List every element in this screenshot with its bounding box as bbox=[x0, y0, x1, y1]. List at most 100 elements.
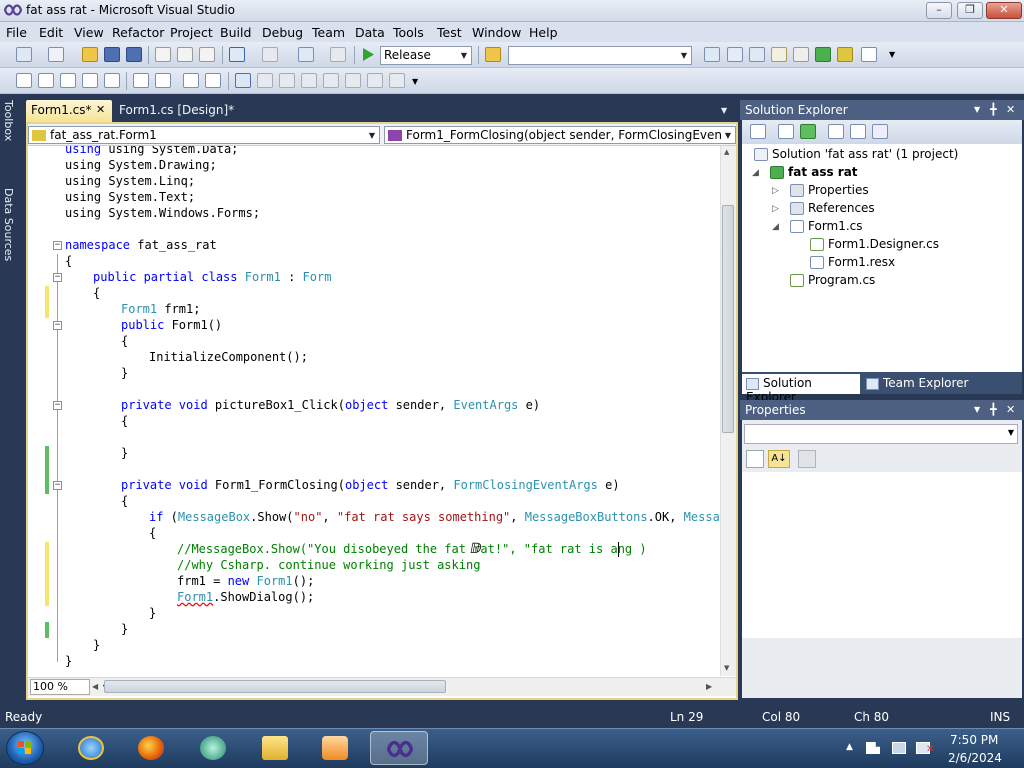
categorized-icon[interactable] bbox=[746, 450, 764, 468]
align-grid-icon[interactable] bbox=[16, 73, 32, 88]
type-combo[interactable]: fat_ass_rat.Form1 ▼ bbox=[28, 126, 380, 144]
tree-node-solution[interactable]: Solution 'fat ass rat' (1 project) bbox=[754, 147, 958, 161]
menu-project[interactable]: Project bbox=[170, 25, 213, 40]
maximize-button[interactable]: ❐ bbox=[957, 2, 983, 19]
show-all-files-icon[interactable] bbox=[778, 124, 794, 139]
properties-window-icon[interactable] bbox=[727, 47, 743, 62]
menu-debug[interactable]: Debug bbox=[262, 25, 303, 40]
toolbar-options-chevron-icon[interactable]: ▼ bbox=[412, 77, 418, 86]
new-project-icon[interactable] bbox=[16, 47, 32, 62]
start-page-icon[interactable] bbox=[815, 47, 831, 62]
bookmark-folder-next-icon[interactable] bbox=[323, 73, 339, 88]
zoom-combo[interactable]: 100 %▼ bbox=[30, 679, 109, 695]
taskbar-firefox[interactable] bbox=[124, 731, 176, 765]
taskbar-media-player[interactable] bbox=[308, 731, 360, 765]
scroll-down-icon[interactable]: ▼ bbox=[724, 664, 729, 672]
clock-date[interactable]: 2/6/2024 bbox=[948, 751, 1002, 765]
toolbar-options-chevron-icon[interactable]: ▼ bbox=[889, 50, 895, 59]
menu-build[interactable]: Build bbox=[220, 25, 251, 40]
toolbox-tab[interactable]: Toolbox bbox=[2, 100, 15, 141]
outdent-icon[interactable] bbox=[155, 73, 171, 88]
copy-icon[interactable] bbox=[177, 47, 193, 62]
navigate-backward-icon[interactable] bbox=[298, 47, 314, 62]
data-sources-tab[interactable]: Data Sources bbox=[2, 188, 15, 261]
start-button[interactable] bbox=[6, 731, 44, 765]
collapse-namespace-icon[interactable]: − bbox=[53, 241, 62, 250]
taskbar-file-explorer[interactable] bbox=[248, 731, 300, 765]
close-tab-icon[interactable]: ✕ bbox=[96, 103, 105, 116]
window-position-icon[interactable]: ▼ bbox=[974, 405, 980, 414]
tab-form1-design[interactable]: Form1.cs [Design]* bbox=[114, 100, 244, 122]
close-panel-icon[interactable]: ✕ bbox=[1006, 103, 1015, 116]
collapse-class-icon[interactable]: − bbox=[53, 273, 62, 282]
format-text-icon[interactable] bbox=[82, 73, 98, 88]
menu-refactor[interactable]: Refactor bbox=[112, 25, 164, 40]
menu-help[interactable]: Help bbox=[529, 25, 558, 40]
expand-arrow-icon[interactable]: ▷ bbox=[772, 186, 779, 196]
scroll-left-icon[interactable]: ◀ bbox=[92, 682, 98, 691]
tree-node-references[interactable]: References bbox=[790, 201, 875, 215]
tree-node-form1[interactable]: Form1.cs bbox=[790, 219, 863, 233]
property-pages-icon[interactable] bbox=[798, 450, 816, 468]
open-file-icon[interactable] bbox=[82, 47, 98, 62]
collapse-constructor-icon[interactable]: − bbox=[53, 321, 62, 330]
show-hidden-icons-icon[interactable]: ▲ bbox=[846, 742, 853, 752]
align-centers-icon[interactable] bbox=[104, 73, 120, 88]
tab-form1-cs[interactable]: Form1.cs* ✕ bbox=[26, 100, 112, 122]
bookmark-document-next-icon[interactable] bbox=[367, 73, 383, 88]
tree-node-form1-resx[interactable]: Form1.resx bbox=[810, 255, 895, 269]
scroll-right-icon[interactable]: ▶ bbox=[706, 682, 712, 691]
vertical-scroll-thumb[interactable] bbox=[722, 205, 734, 433]
next-bookmark-icon[interactable] bbox=[279, 73, 295, 88]
comment-lines-icon[interactable] bbox=[183, 73, 199, 88]
redo-icon[interactable] bbox=[262, 47, 278, 62]
refresh-icon[interactable] bbox=[800, 124, 816, 139]
window-position-icon[interactable]: ▼ bbox=[974, 105, 980, 114]
collapse-method-icon[interactable]: − bbox=[53, 481, 62, 490]
toggle-bookmark-icon[interactable] bbox=[235, 73, 251, 88]
undo-icon[interactable] bbox=[229, 47, 245, 62]
object-browser-icon[interactable] bbox=[749, 47, 765, 62]
menu-window[interactable]: Window bbox=[472, 25, 521, 40]
code-text-area[interactable]: − − − − − using using System.Data; using… bbox=[28, 146, 720, 676]
previous-bookmark-icon[interactable] bbox=[257, 73, 273, 88]
view-code-icon[interactable] bbox=[828, 124, 844, 139]
collapse-method-icon[interactable]: − bbox=[53, 401, 62, 410]
find-combo[interactable]: ▼ bbox=[508, 46, 692, 65]
tree-node-program[interactable]: Program.cs bbox=[790, 273, 875, 287]
tools-icon[interactable] bbox=[793, 47, 809, 62]
close-button[interactable]: ✕ bbox=[986, 2, 1022, 19]
toolbox-icon[interactable] bbox=[771, 47, 787, 62]
network-icon[interactable] bbox=[892, 742, 906, 754]
clear-bookmarks-icon[interactable] bbox=[389, 73, 405, 88]
bookmark-document-previous-icon[interactable] bbox=[345, 73, 361, 88]
object-selector-combo[interactable]: ▼ bbox=[744, 424, 1018, 444]
view-class-diagram-icon[interactable] bbox=[872, 124, 888, 139]
tree-node-form1-designer[interactable]: Form1.Designer.cs bbox=[810, 237, 939, 251]
taskbar-media-app[interactable] bbox=[186, 731, 238, 765]
indent-icon[interactable] bbox=[133, 73, 149, 88]
auto-hide-pin-icon[interactable]: ╋ bbox=[990, 103, 997, 116]
taskbar-visual-studio[interactable] bbox=[370, 731, 428, 765]
start-debugging-icon[interactable] bbox=[361, 47, 375, 62]
menu-data[interactable]: Data bbox=[355, 25, 385, 40]
add-item-icon[interactable] bbox=[48, 47, 64, 62]
navigate-forward-icon[interactable] bbox=[330, 47, 346, 62]
scroll-up-icon[interactable]: ▲ bbox=[724, 148, 729, 156]
find-in-files-icon[interactable] bbox=[485, 47, 501, 62]
solution-configuration-combo[interactable]: Release ▼ bbox=[380, 46, 472, 65]
member-combo[interactable]: Form1_FormClosing(object sender, FormClo… bbox=[384, 126, 736, 144]
properties-icon[interactable] bbox=[750, 124, 766, 139]
tree-node-project[interactable]: fat ass rat bbox=[770, 165, 858, 179]
minimize-button[interactable]: – bbox=[926, 2, 952, 19]
bookmark-folder-previous-icon[interactable] bbox=[301, 73, 317, 88]
collapse-arrow-icon[interactable]: ◢ bbox=[752, 168, 759, 178]
menu-file[interactable]: File bbox=[6, 25, 27, 40]
menu-edit[interactable]: Edit bbox=[39, 25, 63, 40]
menu-team[interactable]: Team bbox=[312, 25, 345, 40]
menu-tools[interactable]: Tools bbox=[393, 25, 424, 40]
view-designer-icon[interactable] bbox=[850, 124, 866, 139]
class-view-icon[interactable] bbox=[837, 47, 853, 62]
pointer-icon[interactable] bbox=[60, 73, 76, 88]
expand-arrow-icon[interactable]: ▷ bbox=[772, 204, 779, 214]
